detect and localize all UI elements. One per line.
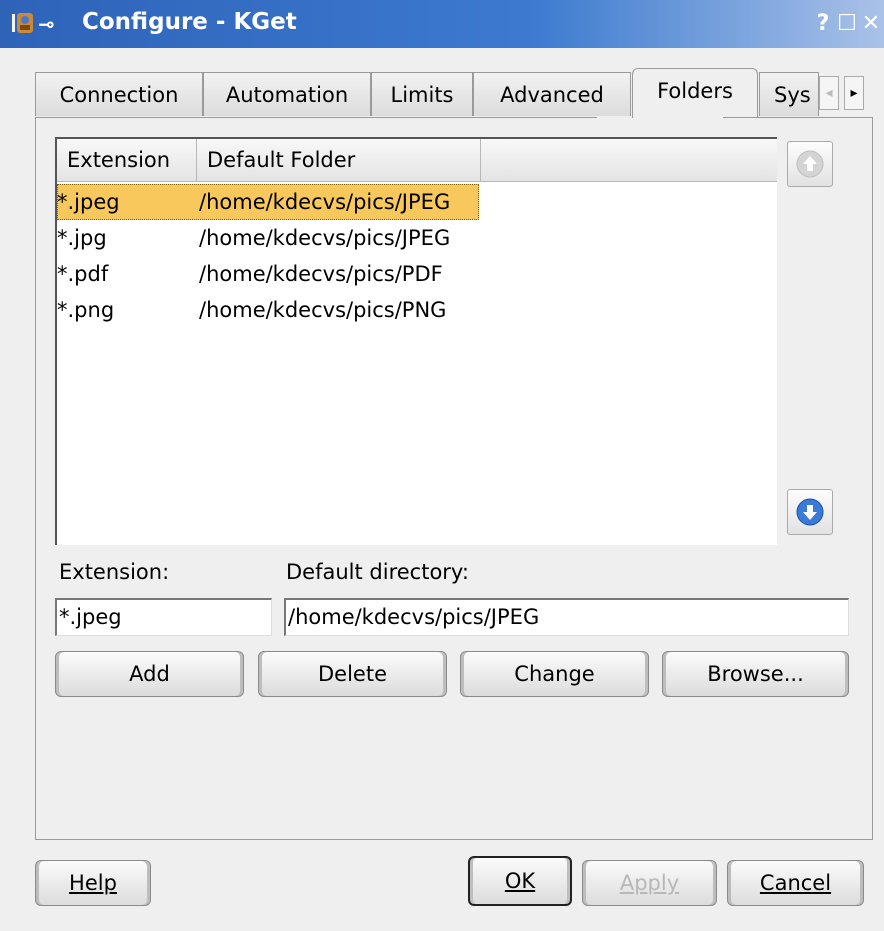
tab-scroll-right-icon[interactable]: ▸: [844, 76, 864, 110]
ok-button[interactable]: OK: [468, 856, 572, 906]
help-button[interactable]: Help: [35, 860, 151, 906]
maximize-button[interactable]: ☐: [836, 11, 858, 36]
default-directory-field[interactable]: /home/kdecvs/pics/JPEG: [284, 598, 849, 636]
close-button[interactable]: ✕: [860, 11, 882, 36]
configure-dialog: ⊸⁠ Configure - KGet ? ☐ ✕ Connection Aut…: [0, 0, 884, 931]
list-header: Extension Default Folder: [57, 139, 777, 182]
list-item-folder: /home/kdecvs/pics/JPEG: [199, 190, 451, 214]
delete-button[interactable]: Delete: [258, 651, 447, 697]
extension-field[interactable]: *.jpeg: [55, 598, 272, 636]
change-button[interactable]: Change: [460, 651, 649, 697]
cancel-button[interactable]: Cancel: [727, 860, 864, 906]
move-up-button[interactable]: [787, 141, 833, 187]
kget-app-icon[interactable]: [10, 10, 36, 36]
window-title: Configure - KGet: [82, 9, 297, 35]
tab-automation[interactable]: Automation: [203, 72, 371, 116]
default-directory-label: Default directory:: [286, 560, 469, 584]
tab-system[interactable]: Sys: [759, 72, 819, 116]
apply-button[interactable]: Apply: [582, 860, 717, 906]
add-button[interactable]: Add: [55, 651, 244, 697]
list-item-extension: *.png: [57, 298, 115, 322]
list-item-folder: /home/kdecvs/pics/JPEG: [199, 226, 451, 250]
help-button-label: Help: [69, 871, 117, 895]
list-item-folder: /home/kdecvs/pics/PNG: [199, 298, 447, 322]
list-item[interactable]: *.pdf /home/kdecvs/pics/PDF: [57, 256, 777, 292]
apply-button-label: Apply: [619, 871, 680, 895]
move-down-button[interactable]: [787, 489, 833, 535]
list-item-extension: *.jpeg: [57, 190, 120, 214]
arrow-up-icon: [796, 150, 824, 178]
cancel-button-label: Cancel: [759, 871, 832, 895]
tab-bar: Connection Automation Limits Advanced Fo…: [35, 68, 873, 118]
column-header-default-folder[interactable]: Default Folder: [197, 139, 481, 181]
help-title-button[interactable]: ?: [812, 11, 834, 36]
list-item-extension: *.jpg: [57, 226, 107, 250]
ok-button-label: OK: [504, 869, 536, 893]
tab-advanced[interactable]: Advanced: [473, 72, 631, 116]
tab-scroll-left-icon[interactable]: ◂: [819, 76, 839, 110]
column-header-extension[interactable]: Extension: [57, 139, 197, 181]
list-item[interactable]: *.jpg /home/kdecvs/pics/JPEG: [57, 220, 777, 256]
list-item-extension: *.pdf: [57, 262, 109, 286]
list-item-folder: /home/kdecvs/pics/PDF: [199, 262, 443, 286]
tab-limits[interactable]: Limits: [371, 72, 473, 116]
arrow-down-icon: [796, 498, 824, 526]
list-item[interactable]: *.jpeg /home/kdecvs/pics/JPEG: [57, 184, 777, 220]
pin-icon[interactable]: ⊸⁠: [38, 12, 55, 36]
list-item[interactable]: *.png /home/kdecvs/pics/PNG: [57, 292, 777, 328]
tab-connection[interactable]: Connection: [35, 72, 203, 116]
title-bar[interactable]: ⊸⁠ Configure - KGet ? ☐ ✕: [0, 0, 884, 48]
tab-folders[interactable]: Folders: [632, 68, 758, 118]
extension-label: Extension:: [59, 560, 170, 584]
folders-list[interactable]: Extension Default Folder *.jpeg /home/kd…: [55, 137, 777, 545]
browse-button[interactable]: Browse...: [662, 651, 849, 697]
